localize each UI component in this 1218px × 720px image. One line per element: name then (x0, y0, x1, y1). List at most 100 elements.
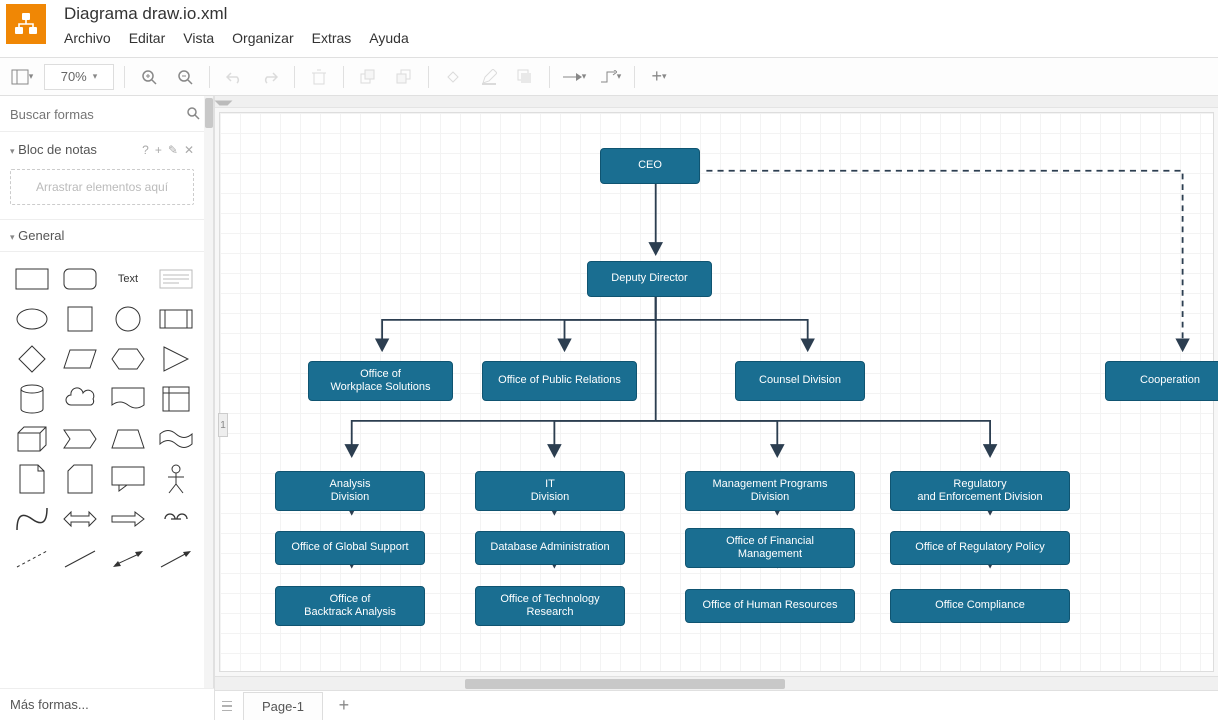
help-icon[interactable]: ? (142, 143, 149, 157)
chevron-down-icon: ▾ (662, 71, 667, 82)
node-compliance[interactable]: Office Compliance (890, 589, 1070, 623)
search-icon[interactable] (186, 106, 200, 123)
shape-hexagon[interactable] (106, 342, 150, 376)
view-mode-button[interactable]: ▾ (8, 63, 36, 91)
shape-card[interactable] (58, 462, 102, 496)
close-icon[interactable]: ✕ (184, 143, 194, 157)
shape-rect[interactable] (10, 262, 54, 296)
plus-icon[interactable]: + (155, 143, 162, 157)
shape-arrow[interactable] (106, 502, 150, 536)
shape-ellipse[interactable] (10, 302, 54, 336)
shape-circle[interactable] (106, 302, 150, 336)
connection-icon (562, 71, 582, 83)
shape-text[interactable]: Text (106, 262, 150, 296)
menu-archivo[interactable]: Archivo (64, 30, 111, 46)
fill-color-button[interactable] (439, 63, 467, 91)
zoom-level[interactable]: 70% ▾ (44, 64, 114, 90)
vertical-scroll-up[interactable] (215, 96, 1218, 108)
shape-parallelogram[interactable] (58, 342, 102, 376)
shape-cloud[interactable] (58, 382, 102, 416)
general-section-header[interactable]: ▾ General (0, 219, 204, 252)
shape-triangle[interactable] (154, 342, 198, 376)
menu-organizar[interactable]: Organizar (232, 30, 293, 46)
main-area: ▾ Bloc de notas ? + ✎ ✕ Arrastrar elemen… (0, 96, 1218, 720)
chevron-down-icon: ▾ (582, 71, 587, 82)
node-counsel[interactable]: Counsel Division (735, 361, 865, 401)
shape-curve[interactable] (10, 502, 54, 536)
menu-ayuda[interactable]: Ayuda (369, 30, 408, 46)
horizontal-scrollbar[interactable] (215, 676, 1218, 690)
shape-diamond[interactable] (10, 342, 54, 376)
waypoint-button[interactable]: ▾ (596, 63, 624, 91)
shape-line-dashed[interactable] (10, 542, 54, 576)
shape-line[interactable] (58, 542, 102, 576)
to-front-button[interactable] (354, 63, 382, 91)
shape-callout[interactable] (106, 462, 150, 496)
menu-extras[interactable]: Extras (312, 30, 352, 46)
shape-directional-connector[interactable] (154, 542, 198, 576)
edit-icon[interactable]: ✎ (168, 143, 178, 157)
node-mgmt-programs[interactable]: Management Programs Division (685, 471, 855, 511)
diagram-canvas[interactable]: 1 (215, 108, 1218, 676)
search-input[interactable] (10, 107, 186, 122)
node-it[interactable]: IT Division (475, 471, 625, 511)
toolbar: ▾ 70% ▾ ▾ ▾ +▾ (0, 58, 1218, 96)
shape-rounded-rect[interactable] (58, 262, 102, 296)
node-financial-mgmt[interactable]: Office of Financial Management (685, 528, 855, 568)
shape-cylinder[interactable] (10, 382, 54, 416)
document-title[interactable]: Diagrama draw.io.xml (64, 4, 1212, 24)
shape-bidir-connector[interactable] (106, 542, 150, 576)
node-reg-policy[interactable]: Office of Regulatory Policy (890, 531, 1070, 565)
plus-icon: + (651, 66, 662, 87)
scratchpad-header[interactable]: ▾ Bloc de notas ? + ✎ ✕ (0, 132, 204, 163)
menu-editar[interactable]: Editar (129, 30, 166, 46)
diagram-page[interactable]: 1 (219, 112, 1214, 672)
shape-tape[interactable] (154, 422, 198, 456)
node-hr[interactable]: Office of Human Resources (685, 589, 855, 623)
zoom-in-button[interactable] (135, 63, 163, 91)
page-tab[interactable]: Page-1 (243, 692, 323, 720)
menu-vista[interactable]: Vista (183, 30, 214, 46)
shape-textbox[interactable] (154, 262, 198, 296)
node-regulatory[interactable]: Regulatory and Enforcement Division (890, 471, 1070, 511)
to-back-button[interactable] (390, 63, 418, 91)
shadow-button[interactable] (511, 63, 539, 91)
shape-actor[interactable] (154, 462, 198, 496)
more-shapes-button[interactable]: Más formas... (0, 688, 214, 720)
node-workplace[interactable]: Office of Workplace Solutions (308, 361, 453, 401)
shape-document[interactable] (106, 382, 150, 416)
undo-button[interactable] (220, 63, 248, 91)
node-ceo[interactable]: CEO (600, 148, 700, 184)
sidebar-scrollbar[interactable] (204, 96, 214, 688)
toolbar-separator (634, 66, 635, 88)
page-menu-button[interactable] (215, 694, 239, 718)
shape-search-row (0, 96, 204, 132)
node-tech-research[interactable]: Office of Technology Research (475, 586, 625, 626)
redo-button[interactable] (256, 63, 284, 91)
shape-cube[interactable] (10, 422, 54, 456)
zoom-out-button[interactable] (171, 63, 199, 91)
zoom-in-icon (141, 69, 157, 85)
insert-button[interactable]: +▾ (645, 63, 673, 91)
shape-square[interactable] (58, 302, 102, 336)
node-public-relations[interactable]: Office of Public Relations (482, 361, 637, 401)
connection-button[interactable]: ▾ (560, 63, 588, 91)
shape-process[interactable] (154, 302, 198, 336)
scratchpad-dropzone[interactable]: Arrastrar elementos aquí (10, 169, 194, 205)
delete-button[interactable] (305, 63, 333, 91)
node-cooperation[interactable]: Cooperation (1105, 361, 1218, 401)
node-global-support[interactable]: Office of Global Support (275, 531, 425, 565)
node-db-admin[interactable]: Database Administration (475, 531, 625, 565)
node-backtrack[interactable]: Office of Backtrack Analysis (275, 586, 425, 626)
shape-trapezoid[interactable] (106, 422, 150, 456)
shape-note[interactable] (10, 462, 54, 496)
node-deputy[interactable]: Deputy Director (587, 261, 712, 297)
shape-step[interactable] (58, 422, 102, 456)
shape-internal-storage[interactable] (154, 382, 198, 416)
shape-link[interactable] (154, 502, 198, 536)
node-analysis[interactable]: Analysis Division (275, 471, 425, 511)
shape-bidirectional-arrow[interactable] (58, 502, 102, 536)
zoom-out-icon (177, 69, 193, 85)
add-page-button[interactable]: + (329, 695, 359, 716)
line-color-button[interactable] (475, 63, 503, 91)
